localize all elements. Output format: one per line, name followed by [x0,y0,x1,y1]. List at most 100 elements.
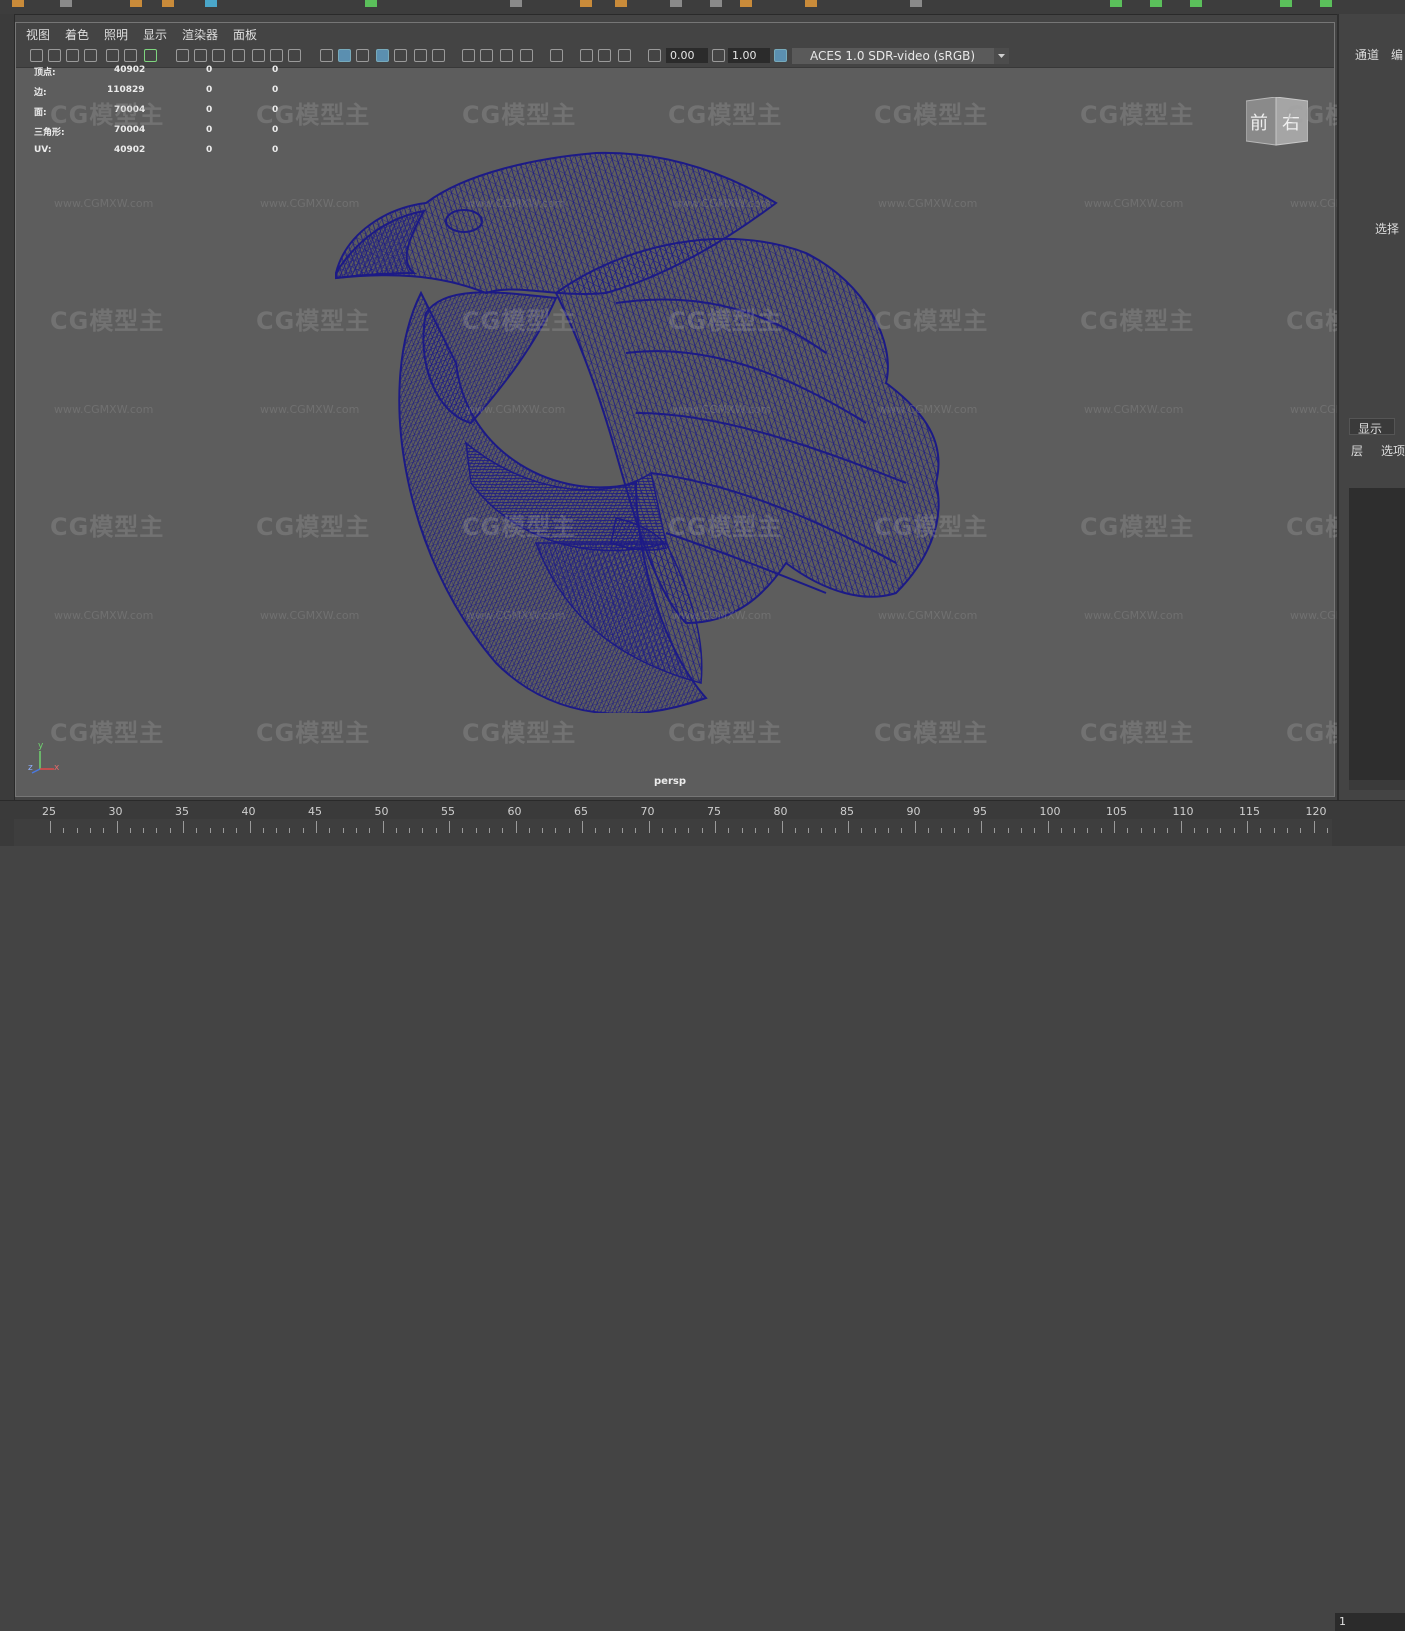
gamma-field[interactable]: 1.00 [728,48,770,63]
shelf-icon[interactable] [580,0,592,7]
menu-renderer[interactable]: 渲染器 [182,26,218,43]
timeline-tick [502,828,504,833]
shelf-icon[interactable] [205,0,217,7]
timeline-tick [1207,828,1209,833]
grease-pencil-icon[interactable] [124,49,137,62]
safe-title-icon[interactable] [288,49,301,62]
hud-value: 0 [272,125,279,135]
color-space-select[interactable]: ACES 1.0 SDR-video (sRGB) [792,48,1009,64]
gamma-icon[interactable] [712,49,725,62]
shelf-icon[interactable] [710,0,722,7]
menu-show[interactable]: 显示 [143,26,167,43]
wireframe-ring-model[interactable] [306,123,966,713]
safe-action-icon[interactable] [270,49,283,62]
timeline-tick [1300,828,1302,833]
hud-value: 0 [272,85,279,95]
gate-mask-icon[interactable] [232,49,245,62]
menu-shading[interactable]: 着色 [65,26,89,43]
shelf-icon[interactable] [910,0,922,7]
timeline-label: 110 [1172,805,1194,818]
view-cube-right-label[interactable]: 右 [1282,109,1300,135]
timeline-tick [1233,828,1235,833]
timeline-tick [316,821,317,833]
tab-channels[interactable]: 通道 [1355,46,1379,63]
tab-display-layers[interactable]: 显示 [1349,418,1395,436]
hud-value: 0 [206,145,213,155]
tab-edit[interactable]: 编 [1391,46,1403,63]
axis-y-label: y [38,741,44,751]
xray-icon[interactable] [394,49,407,62]
time-slider-track[interactable]: 25 30 35 40 45 50 55 60 65 70 75 80 85 90 95 100 105 110 1… [14,805,1332,846]
timeline-tick [1034,828,1036,833]
timeline-tick [701,828,703,833]
timeline-tick [621,828,623,833]
timeline-tick [1180,821,1182,833]
bookmark-icon[interactable] [66,49,79,62]
default-material-icon[interactable] [356,49,369,62]
shadows-icon[interactable] [432,49,445,62]
2d-pan-icon[interactable] [106,49,119,62]
shelf-icon[interactable] [805,0,817,7]
field-chart-icon[interactable] [252,49,265,62]
anti-aliasing-icon[interactable] [500,49,513,62]
shelf-icon[interactable] [510,0,522,7]
shelf-icon[interactable] [1280,0,1292,7]
wireframe-on-shaded-icon[interactable] [376,49,389,62]
layer-list[interactable] [1349,488,1405,780]
timeline-label: 90 [906,805,921,818]
shelf-icon[interactable] [60,0,72,7]
menu-options[interactable]: 选项 [1381,442,1405,459]
shelf-icon[interactable] [615,0,627,7]
camera-attributes-icon[interactable] [48,49,61,62]
image-plane-icon[interactable] [84,49,97,62]
color-management-icon[interactable] [774,49,787,62]
shelf-icon[interactable] [130,0,142,7]
menu-lighting[interactable]: 照明 [104,26,128,43]
timeline-tick [196,828,198,833]
chevron-down-icon[interactable] [994,48,1009,64]
isolate-select-icon[interactable] [550,49,563,62]
menu-panels[interactable]: 面板 [233,26,257,43]
shelf-icon[interactable] [1150,0,1162,7]
timeline-tick [116,821,118,833]
camera-icon[interactable] [30,49,43,62]
screen-space-ao-icon[interactable] [462,49,475,62]
current-frame-field[interactable]: 1 [1335,1613,1405,1631]
exposure-icon[interactable] [648,49,661,62]
exposure-field[interactable]: 0.00 [666,48,708,63]
menu-view[interactable]: 视图 [26,26,50,43]
horizontal-scrollbar[interactable] [1349,780,1405,790]
shelf-icon[interactable] [1320,0,1332,7]
pencil-icon[interactable] [144,49,157,62]
wireframe-icon[interactable] [320,49,333,62]
shelf-icon[interactable] [365,0,377,7]
shelf-icon[interactable] [670,0,682,7]
timeline-tick [1087,828,1089,833]
resolution-gate-icon[interactable] [212,49,225,62]
motion-blur-icon[interactable] [480,49,493,62]
viewport-panel[interactable]: 视图 着色 照明 显示 渲染器 面板 0.00 1.00 ACES 1.0 SD… [15,22,1335,797]
shelf-icon[interactable] [162,0,174,7]
shelf-icon[interactable] [1110,0,1122,7]
backface-icon[interactable] [618,49,631,62]
xray-active-icon[interactable] [598,49,611,62]
smooth-shade-icon[interactable] [338,49,351,62]
timeline-tick [648,821,650,833]
shelf-icon[interactable] [12,0,24,7]
menu-layers[interactable]: 层 [1351,442,1363,459]
depth-of-field-icon[interactable] [520,49,533,62]
view-cube-front-label[interactable]: 前 [1250,109,1268,135]
time-slider[interactable]: 25 30 35 40 45 50 55 60 65 70 75 80 85 90 95 100 105 110 1… [0,800,1405,1631]
grid-icon[interactable] [176,49,189,62]
film-gate-icon[interactable] [194,49,207,62]
lights-icon[interactable] [414,49,427,62]
view-cube[interactable]: 前 右 [1245,96,1309,147]
shelf-icon[interactable] [740,0,752,7]
timeline-label: 80 [773,805,788,818]
timeline-label: 55 [441,805,455,818]
shelf-icon[interactable] [1190,0,1202,7]
timeline-tick [715,821,716,833]
xray-joints-icon[interactable] [580,49,593,62]
timeline-label: 60 [507,805,522,818]
timeline-tick [981,821,982,833]
